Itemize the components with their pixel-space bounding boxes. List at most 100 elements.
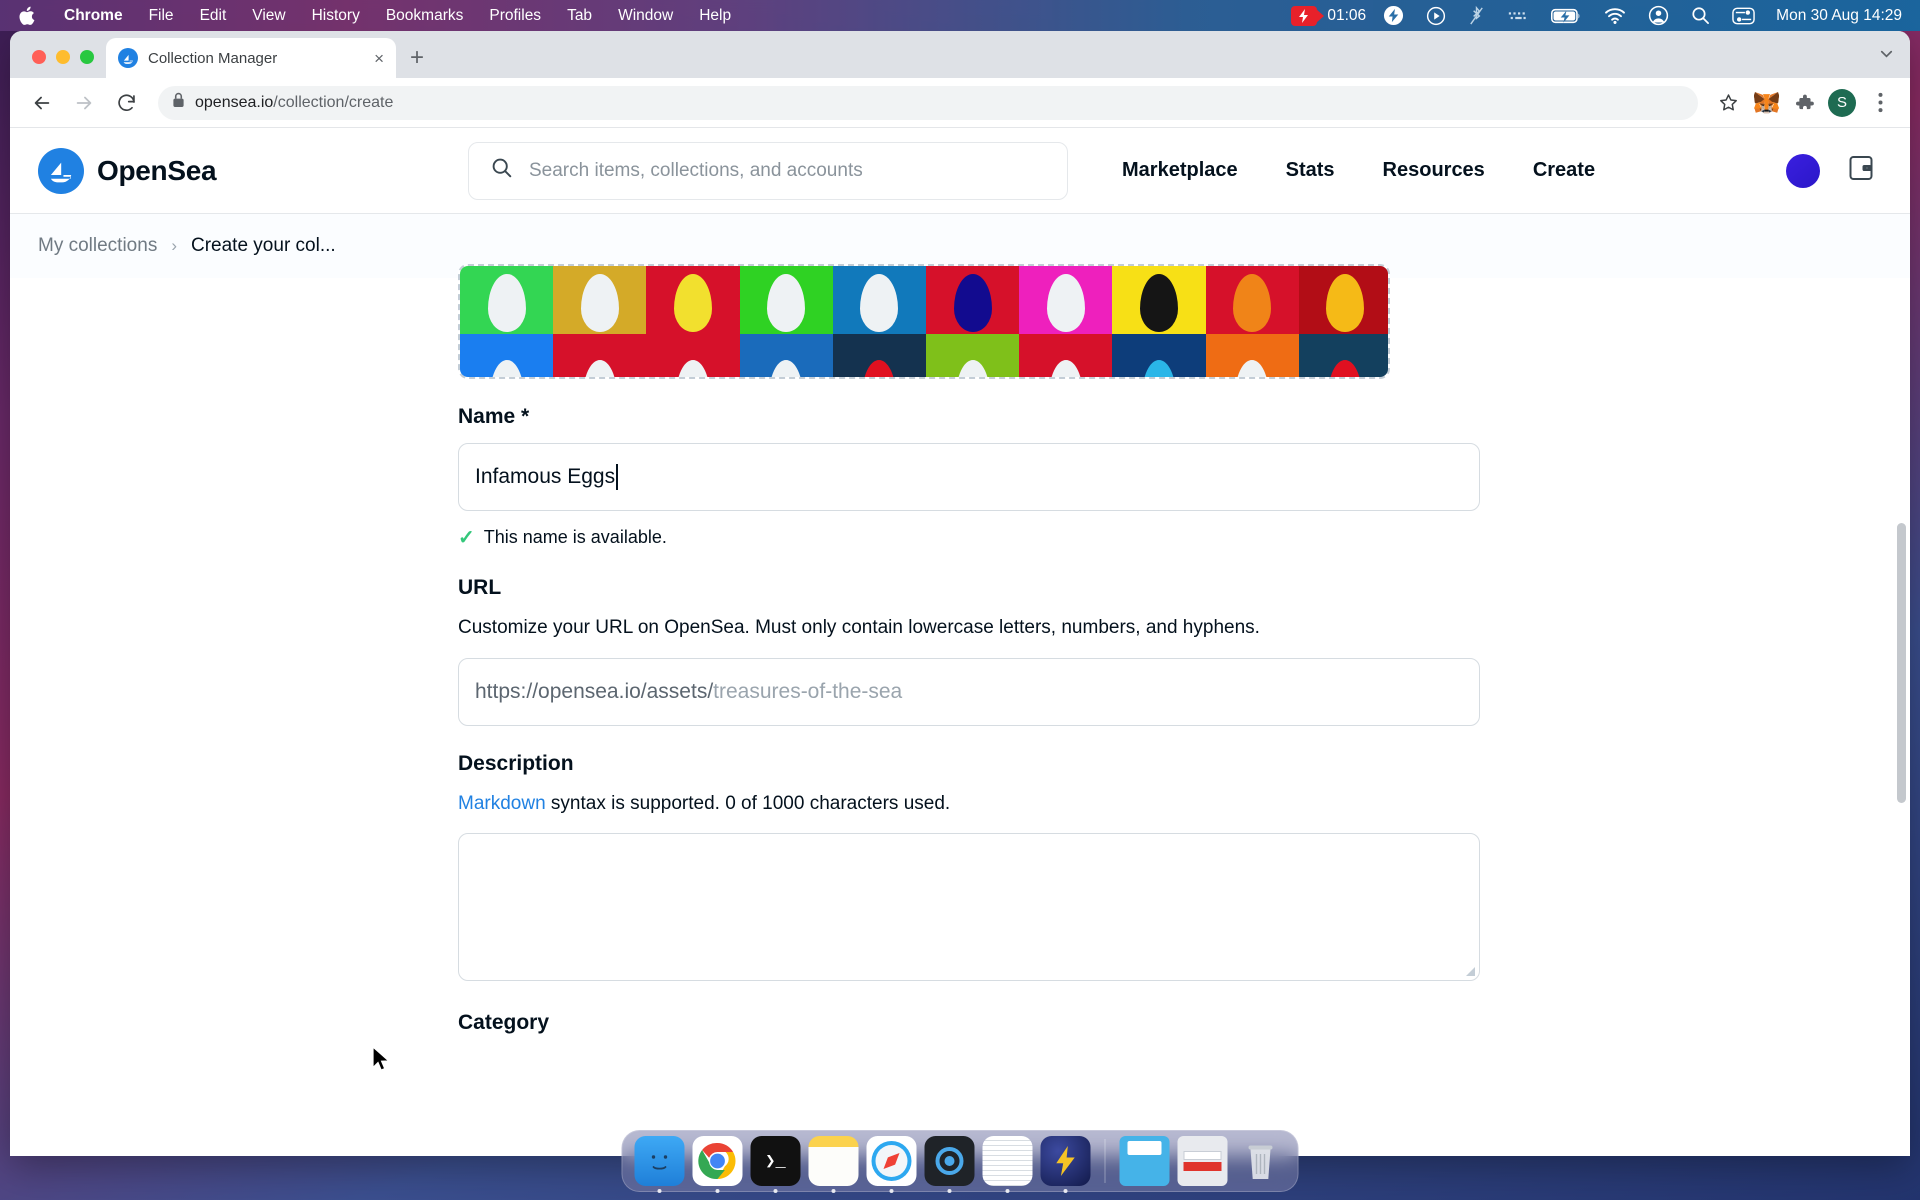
menu-item-profiles[interactable]: Profiles (476, 7, 554, 25)
wifi-icon[interactable] (1593, 7, 1637, 24)
header-actions (1786, 153, 1882, 188)
site-search-input[interactable]: Search items, collections, and accounts (468, 141, 1068, 200)
dock-item-thunder-app[interactable] (1040, 1136, 1091, 1193)
dock-item-terminal[interactable]: ❯_ (750, 1136, 801, 1193)
opensea-site-header: OpenSea Search items, collections, and a… (10, 128, 1910, 214)
egg-shape (1046, 274, 1085, 332)
egg-shape (673, 274, 712, 332)
collection-thumbnail (925, 266, 1020, 334)
close-tab-button[interactable]: × (374, 50, 384, 67)
arrow-left-icon[interactable] (24, 85, 60, 121)
opensea-sail-icon (118, 48, 138, 68)
dock-item-downloads-folder[interactable] (1119, 1136, 1170, 1186)
dock-item-chrome[interactable] (692, 1136, 743, 1193)
collection-image-dropzone[interactable] (458, 264, 1390, 379)
browser-tab[interactable]: Collection Manager × (106, 38, 396, 78)
markdown-link[interactable]: Markdown (458, 793, 546, 814)
search-icon (491, 157, 513, 184)
reload-icon[interactable] (108, 85, 144, 121)
dock-item-stack-widget[interactable] (1177, 1136, 1228, 1186)
macos-menu-bar: Chrome File Edit View History Bookmarks … (0, 0, 1920, 31)
keyboard-brightness-icon[interactable] (1496, 8, 1540, 24)
dock-item-finder[interactable] (634, 1136, 685, 1193)
collection-thumbnail (1019, 334, 1113, 377)
name-availability-text: This name is available. (483, 527, 667, 547)
egg-shape (1235, 360, 1270, 377)
breadcrumb-current: Create your col... (191, 235, 336, 256)
bluetooth-off-icon[interactable] (1457, 5, 1496, 26)
nav-item-stats[interactable]: Stats (1262, 159, 1359, 182)
menu-item-view[interactable]: View (239, 7, 298, 25)
breadcrumb-my-collections[interactable]: My collections (38, 235, 157, 257)
browser-toolbar: opensea.io/collection/create S (10, 78, 1910, 128)
address-bar[interactable]: opensea.io/collection/create (158, 85, 1698, 120)
close-window-button[interactable] (32, 50, 46, 64)
egg-shape (1048, 360, 1083, 377)
screen-record-status[interactable]: 01:06 (1291, 5, 1366, 26)
description-textarea[interactable] (458, 833, 1480, 982)
metamask-fox-icon[interactable] (1750, 87, 1782, 119)
bolt-icon[interactable] (1372, 5, 1415, 26)
apple-logo-icon[interactable] (0, 6, 51, 26)
dock-item-textedit[interactable] (982, 1136, 1033, 1193)
menu-item-help[interactable]: Help (686, 7, 744, 25)
maximize-window-button[interactable] (80, 50, 94, 64)
menu-item-edit[interactable]: Edit (187, 7, 240, 25)
site-nav: Marketplace Stats Resources Create (1098, 159, 1619, 182)
address-bar-url: opensea.io/collection/create (195, 93, 394, 111)
arrow-right-icon[interactable] (66, 85, 102, 121)
dock-item-notes[interactable] (808, 1136, 859, 1193)
collection-thumbnail (832, 334, 926, 377)
page-scrollbar[interactable] (1897, 523, 1906, 803)
description-field-help: Markdown syntax is supported. 0 of 1000 … (458, 790, 1910, 818)
screen-record-icon (1291, 5, 1325, 26)
menu-item-bookmarks[interactable]: Bookmarks (373, 7, 477, 25)
thumbnail-row (460, 334, 1388, 377)
nav-item-marketplace[interactable]: Marketplace (1098, 159, 1262, 182)
egg-shape (955, 360, 990, 377)
menu-item-window[interactable]: Window (605, 7, 686, 25)
egg-shape (1139, 274, 1178, 332)
collection-thumbnail (460, 334, 554, 377)
nav-item-create[interactable]: Create (1509, 159, 1619, 182)
egg-shape (769, 360, 804, 377)
menu-item-file[interactable]: File (136, 7, 187, 25)
window-traffic-lights[interactable] (26, 50, 106, 78)
url-input[interactable]: https://opensea.io/assets/treasures-of-t… (458, 657, 1480, 726)
collection-thumbnail (1205, 334, 1299, 377)
breadcrumb-separator: › (171, 236, 177, 255)
menu-item-chrome[interactable]: Chrome (51, 7, 136, 25)
url-field-label: URL (458, 576, 502, 599)
control-center-icon[interactable] (1721, 7, 1766, 25)
brand-name: OpenSea (97, 154, 217, 186)
collection-thumbnail (460, 266, 554, 334)
user-account-icon[interactable] (1637, 5, 1680, 26)
account-avatar[interactable] (1786, 153, 1820, 188)
nav-item-resources[interactable]: Resources (1359, 159, 1509, 182)
dock-item-safari[interactable] (866, 1136, 917, 1193)
star-icon[interactable] (1712, 87, 1744, 119)
collection-thumbnail (739, 266, 833, 334)
name-input[interactable]: Infamous Eggs (458, 443, 1480, 511)
collection-thumbnail (739, 334, 833, 377)
new-tab-button[interactable]: + (410, 46, 424, 70)
three-dots-menu-icon[interactable] (1864, 87, 1896, 119)
profile-avatar[interactable]: S (1826, 87, 1858, 119)
menu-bar-clock[interactable]: Mon 30 Aug 14:29 (1766, 7, 1902, 25)
play-circle-icon[interactable] (1415, 6, 1457, 26)
search-icon[interactable] (1680, 6, 1721, 25)
web-page-content: OpenSea Search items, collections, and a… (10, 128, 1910, 1156)
url-field-help: Customize your URL on OpenSea. Must only… (458, 617, 1260, 638)
menu-item-tab[interactable]: Tab (554, 7, 605, 25)
egg-shape (582, 360, 617, 377)
opensea-logo-link[interactable]: OpenSea (38, 147, 468, 194)
wallet-icon[interactable] (1846, 153, 1876, 188)
puzzle-piece-icon[interactable] (1788, 87, 1820, 119)
dock-item-quicktime[interactable] (924, 1136, 975, 1193)
chevron-down-icon[interactable] (1877, 44, 1896, 68)
dock-item-trash[interactable] (1236, 1136, 1286, 1186)
minimize-window-button[interactable] (56, 50, 70, 64)
battery-charging-icon[interactable] (1540, 8, 1593, 24)
thumbnail-row (460, 266, 1388, 334)
menu-item-history[interactable]: History (299, 7, 373, 25)
